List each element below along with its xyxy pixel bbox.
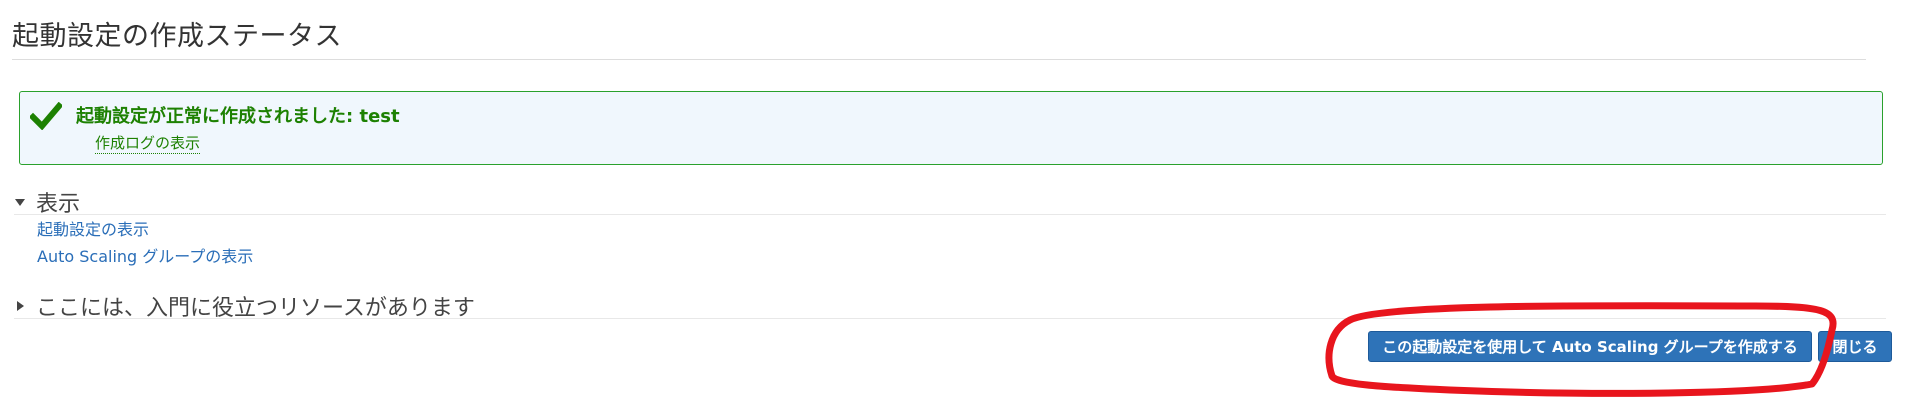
display-section: 表示 (14, 186, 1886, 218)
title-divider (12, 59, 1866, 60)
display-section-title: 表示 (36, 192, 81, 217)
view-launch-configuration-link[interactable]: 起動設定の表示 (37, 216, 149, 240)
resources-section-toggle[interactable]: ここには、入門に役立つリソースがあります (14, 290, 1886, 322)
create-auto-scaling-group-button[interactable]: この起動設定を使用して Auto Scaling グループを作成する (1368, 331, 1812, 362)
success-alert: 起動設定が正常に作成されました: test 作成ログの表示 (19, 91, 1883, 165)
close-button[interactable]: 閉じる (1818, 331, 1892, 362)
caret-down-icon (15, 199, 25, 206)
resources-section-title: ここには、入門に役立つリソースがあります (36, 296, 475, 321)
view-auto-scaling-groups-link[interactable]: Auto Scaling グループの表示 (37, 243, 253, 267)
success-message: 起動設定が正常に作成されました: test (76, 106, 400, 127)
caret-right-icon (17, 301, 24, 311)
display-section-toggle[interactable]: 表示 (14, 186, 1886, 218)
check-icon (30, 102, 62, 130)
page-title: 起動設定の作成ステータス (12, 21, 342, 52)
resources-section: ここには、入門に役立つリソースがあります (14, 290, 1886, 322)
view-creation-log-link[interactable]: 作成ログの表示 (95, 132, 201, 154)
